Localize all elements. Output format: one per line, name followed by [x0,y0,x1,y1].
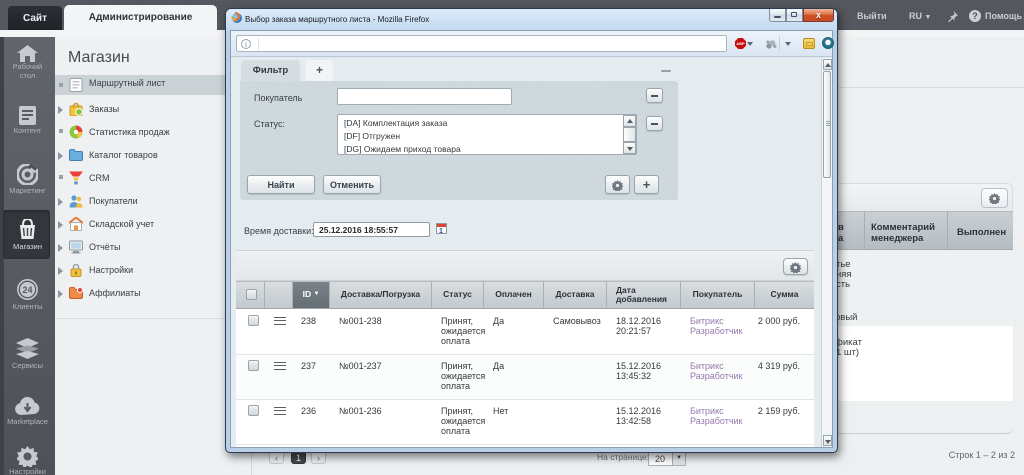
svg-text:24: 24 [22,285,32,295]
